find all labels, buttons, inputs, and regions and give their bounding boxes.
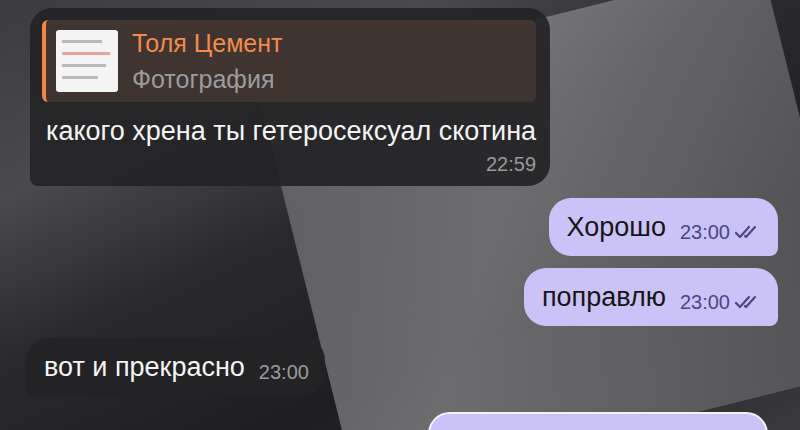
photo-thumbnail-icon xyxy=(56,30,118,92)
message-bubble[interactable]: вот и прекрасно 23:00 xyxy=(26,338,325,396)
message-text: Хорошо xyxy=(567,208,666,246)
message-text: вот и прекрасно xyxy=(44,348,245,386)
message-text: поправлю xyxy=(542,278,666,316)
double-check-icon xyxy=(734,294,762,310)
message-bubble[interactable]: Толя Цемент Фотография какого хрена ты гет… xyxy=(30,8,550,186)
message-bubble[interactable]: поправлю 23:00 xyxy=(524,268,778,326)
chat-screen: Толя Цемент Фотография какого хрена ты гет… xyxy=(0,0,800,430)
message-time: 23:00 xyxy=(259,360,309,384)
message-meta: 23:00 xyxy=(680,220,762,246)
message-time: 23:00 xyxy=(680,290,730,314)
reply-label: Фотография xyxy=(132,64,283,94)
double-check-icon xyxy=(734,224,762,240)
message-text: какого хрена ты гетеросексуал скотина xyxy=(46,112,536,150)
reply-quote[interactable]: Толя Цемент Фотография xyxy=(42,20,536,102)
message-meta: 23:00 xyxy=(680,290,762,316)
message-time: 23:00 xyxy=(680,220,730,244)
message-meta: 22:59 xyxy=(486,152,536,178)
message-list: Толя Цемент Фотография какого хрена ты гет… xyxy=(0,0,800,430)
message-bubble[interactable]: Хорошо 23:00 xyxy=(549,198,779,256)
partial-bubble[interactable] xyxy=(428,412,768,430)
message-meta: 23:00 xyxy=(259,360,309,386)
message-time: 22:59 xyxy=(486,152,536,176)
reply-author: Толя Цемент xyxy=(132,28,283,58)
